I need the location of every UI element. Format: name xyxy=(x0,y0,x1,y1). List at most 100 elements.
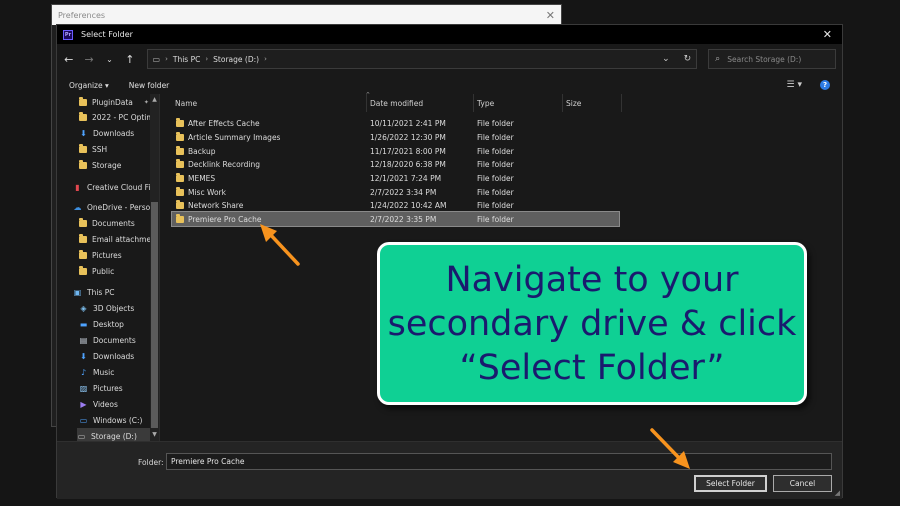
recent-locations-chevron-icon[interactable]: ⌄ xyxy=(104,55,115,64)
search-icon: ⌕ xyxy=(715,54,721,64)
desktop-icon: ▬ xyxy=(79,319,88,329)
file-row-selected[interactable]: Premiere Pro Cache 2/7/2022 3:35 PM File f… xyxy=(171,211,620,227)
scroll-thumb[interactable] xyxy=(151,202,158,428)
pin-icon: ✦ xyxy=(143,98,149,106)
cancel-button[interactable]: Cancel xyxy=(773,475,832,492)
file-row[interactable]: Article Summary Images 1/26/2022 12:30 PM… xyxy=(172,130,619,144)
nav-item-downloads-quick[interactable]: ⬇ Downloads xyxy=(79,125,134,141)
breadcrumb-separator-icon: › xyxy=(264,55,267,63)
column-header-size[interactable]: Size xyxy=(563,94,622,112)
nav-item-ssh[interactable]: SSH xyxy=(79,141,107,157)
file-name: Backup xyxy=(188,146,216,156)
address-dropdown-chevron-icon[interactable]: ⌄ xyxy=(662,54,670,64)
folder-label: Folder: xyxy=(138,458,164,467)
video-icon: ▶ xyxy=(80,399,87,409)
nav-item-2022-pc-optim[interactable]: 2022 - PC Optim xyxy=(79,109,154,125)
file-date: 2/7/2022 3:34 PM xyxy=(370,187,437,197)
view-options-icon[interactable]: ☰ ▾ xyxy=(787,80,802,90)
nav-item-onedrive-pictures[interactable]: Pictures xyxy=(79,247,122,263)
file-type: File folder xyxy=(477,200,514,210)
file-name: Article Summary Images xyxy=(188,132,281,142)
nav-item-this-pc[interactable]: ▣ This PC xyxy=(73,284,115,300)
file-date: 1/24/2022 10:42 AM xyxy=(370,200,447,210)
preferences-titlebar: Preferences ✕ xyxy=(52,5,561,25)
callout-line-3: “Select Folder” xyxy=(459,347,725,388)
forward-arrow-icon[interactable]: → xyxy=(83,53,94,66)
folder-icon xyxy=(176,213,184,223)
drive-icon: ▭ xyxy=(79,415,88,425)
nav-item-storage[interactable]: Storage xyxy=(79,157,121,173)
callout-line-1: Navigate to your xyxy=(445,259,739,300)
nav-item-onedrive[interactable]: ☁ OneDrive - Person xyxy=(73,199,155,215)
nav-item-downloads[interactable]: ⬇ Downloads xyxy=(79,348,134,364)
file-name: MEMES xyxy=(188,173,216,183)
nav-item-pictures[interactable]: ▨ Pictures xyxy=(79,380,123,396)
dialog-close-icon[interactable]: ✕ xyxy=(823,28,836,41)
nav-item-creative-cloud[interactable]: ▮ Creative Cloud File xyxy=(73,179,157,195)
file-date: 12/18/2020 6:38 PM xyxy=(370,159,446,169)
folder-icon xyxy=(176,158,184,168)
scroll-down-icon[interactable]: ▼ xyxy=(150,431,159,438)
folder-icon xyxy=(79,233,87,243)
download-icon: ⬇ xyxy=(80,351,87,361)
cloud-icon: ☁ xyxy=(73,202,82,212)
file-name: Decklink Recording xyxy=(188,159,261,169)
address-bar[interactable]: ▭ › This PC › Storage (D:) › ⌄ ↻ xyxy=(146,49,698,69)
folder-name-input[interactable]: Premiere Pro Cache xyxy=(166,453,832,470)
file-row[interactable]: Network Share 1/24/2022 10:42 AM File fold… xyxy=(172,198,619,212)
navigation-pane: PluginData ✦ 2022 - PC Optim ⬇ Downloads S… xyxy=(57,94,160,441)
folder-icon xyxy=(79,96,87,106)
nav-item-music[interactable]: ♪ Music xyxy=(79,364,114,380)
file-row[interactable]: Misc Work 2/7/2022 3:34 PM File folder xyxy=(172,185,619,199)
help-icon[interactable]: ? xyxy=(820,80,830,90)
file-name: Premiere Pro Cache xyxy=(188,214,262,224)
nav-item-desktop[interactable]: ▬ Desktop xyxy=(79,316,124,332)
preferences-close-icon[interactable]: ✕ xyxy=(546,9,555,22)
new-folder-button[interactable]: New folder xyxy=(129,81,170,90)
search-placeholder: Search Storage (D:) xyxy=(727,54,802,64)
search-input[interactable]: ⌕ Search Storage (D:) xyxy=(708,49,836,69)
computer-icon: ▣ xyxy=(73,287,82,297)
drive-icon: ▭ xyxy=(152,54,161,64)
file-row[interactable]: Decklink Recording 12/18/2020 6:38 PM File… xyxy=(172,157,619,171)
resize-grip-icon[interactable]: ◢ xyxy=(835,489,840,497)
folder-icon xyxy=(176,199,184,209)
music-icon: ♪ xyxy=(80,367,87,377)
instruction-callout: Navigate to your secondary drive & click… xyxy=(377,242,807,405)
nav-item-documents[interactable]: ▤ Documents xyxy=(79,332,136,348)
nav-item-email-attachments[interactable]: Email attachmen xyxy=(79,231,156,247)
dialog-footer: Folder: Premiere Pro Cache Select Folder… xyxy=(57,441,842,499)
nav-item-3d-objects[interactable]: ◈ 3D Objects xyxy=(79,300,134,316)
file-date: 12/1/2021 7:24 PM xyxy=(370,173,442,183)
nav-item-public[interactable]: Public xyxy=(79,263,114,279)
breadcrumb-separator-icon: › xyxy=(165,55,168,63)
file-name: Network Share xyxy=(188,200,244,210)
premiere-app-icon: Pr xyxy=(63,29,73,40)
scroll-up-icon[interactable]: ▲ xyxy=(150,96,159,103)
dialog-titlebar: Pr Select Folder ✕ xyxy=(57,25,842,44)
nav-scrollbar[interactable]: ▲ ▼ xyxy=(150,94,159,441)
column-header-type[interactable]: Type xyxy=(474,94,563,112)
up-arrow-icon[interactable]: ↑ xyxy=(124,53,135,66)
column-header-date[interactable]: Date modified xyxy=(367,94,474,112)
select-folder-button[interactable]: Select Folder xyxy=(694,475,767,492)
file-row[interactable]: MEMES 12/1/2021 7:24 PM File folder xyxy=(172,171,619,185)
file-row[interactable]: Backup 11/17/2021 8:00 PM File folder xyxy=(172,144,619,158)
file-date: 1/26/2022 12:30 PM xyxy=(370,132,446,142)
folder-icon xyxy=(79,265,87,275)
nav-item-storage-d[interactable]: ▭ Storage (D:) xyxy=(77,428,150,441)
nav-item-videos[interactable]: ▶ Videos xyxy=(79,396,118,412)
nav-item-onedrive-documents[interactable]: Documents xyxy=(79,215,135,231)
breadcrumb-separator-icon: › xyxy=(205,55,209,63)
nav-item-windows-c[interactable]: ▭ Windows (C:) xyxy=(79,412,143,428)
organize-button[interactable]: Organize ▾ xyxy=(69,81,109,90)
breadcrumb-storage[interactable]: Storage (D:) xyxy=(213,55,259,64)
file-name: After Effects Cache xyxy=(188,118,260,128)
column-header-name[interactable]: Name xyxy=(172,94,367,112)
refresh-icon[interactable]: ↻ xyxy=(684,54,692,64)
back-arrow-icon[interactable]: ← xyxy=(63,53,74,66)
nav-item-plugindata[interactable]: PluginData ✦ xyxy=(79,94,149,110)
file-type: File folder xyxy=(477,173,514,183)
file-row[interactable]: After Effects Cache 10/11/2021 2:41 PM Fil… xyxy=(172,116,619,130)
breadcrumb-this-pc[interactable]: This PC xyxy=(173,55,200,64)
